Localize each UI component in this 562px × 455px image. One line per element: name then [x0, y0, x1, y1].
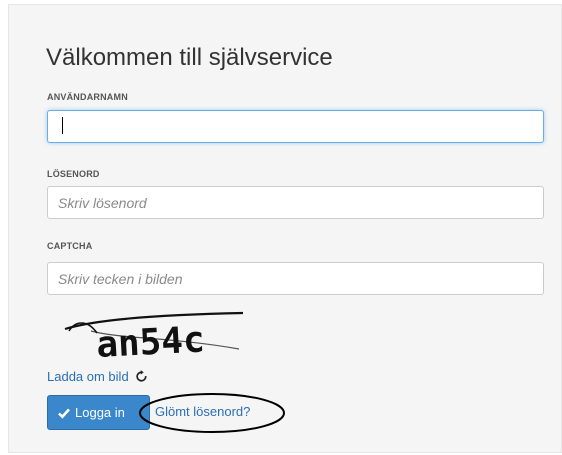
- page-title: Välkommen till självservice: [46, 44, 333, 71]
- reload-captcha-link[interactable]: Ladda om bild: [47, 369, 148, 384]
- password-label: LÖSENORD: [47, 169, 100, 179]
- login-label: Logga in: [75, 405, 125, 420]
- reload-icon: [136, 370, 147, 382]
- captcha-input[interactable]: [47, 262, 544, 295]
- username-label: ANVÄNDARNAMN: [47, 92, 128, 102]
- check-icon: [58, 408, 70, 419]
- text-caret: [62, 117, 63, 134]
- captcha-label: CAPTCHA: [47, 241, 93, 251]
- reload-label: Ladda om bild: [47, 369, 129, 384]
- login-panel: Välkommen till självservice ANVÄNDARNAMN…: [8, 4, 562, 453]
- captcha-image: an54c: [64, 311, 244, 366]
- forgot-password-link[interactable]: Glömt lösenord?: [155, 404, 250, 419]
- password-input[interactable]: [47, 186, 544, 219]
- login-button[interactable]: Logga in: [47, 395, 150, 430]
- username-input[interactable]: [47, 110, 544, 143]
